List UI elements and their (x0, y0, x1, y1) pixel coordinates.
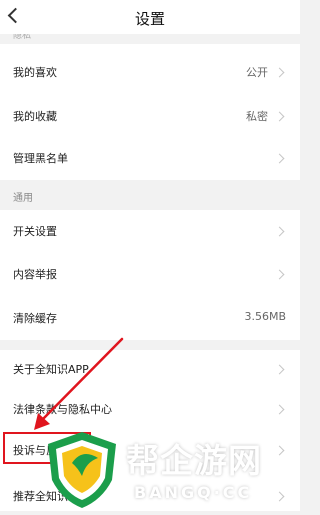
watermark: 帮企游网 BANGQ·CC (42, 428, 300, 511)
watermark-text-main: 帮企游网 (126, 441, 262, 480)
shield-logo-icon (48, 432, 116, 508)
watermark-text-domain: BANGQ·CC (134, 483, 253, 502)
